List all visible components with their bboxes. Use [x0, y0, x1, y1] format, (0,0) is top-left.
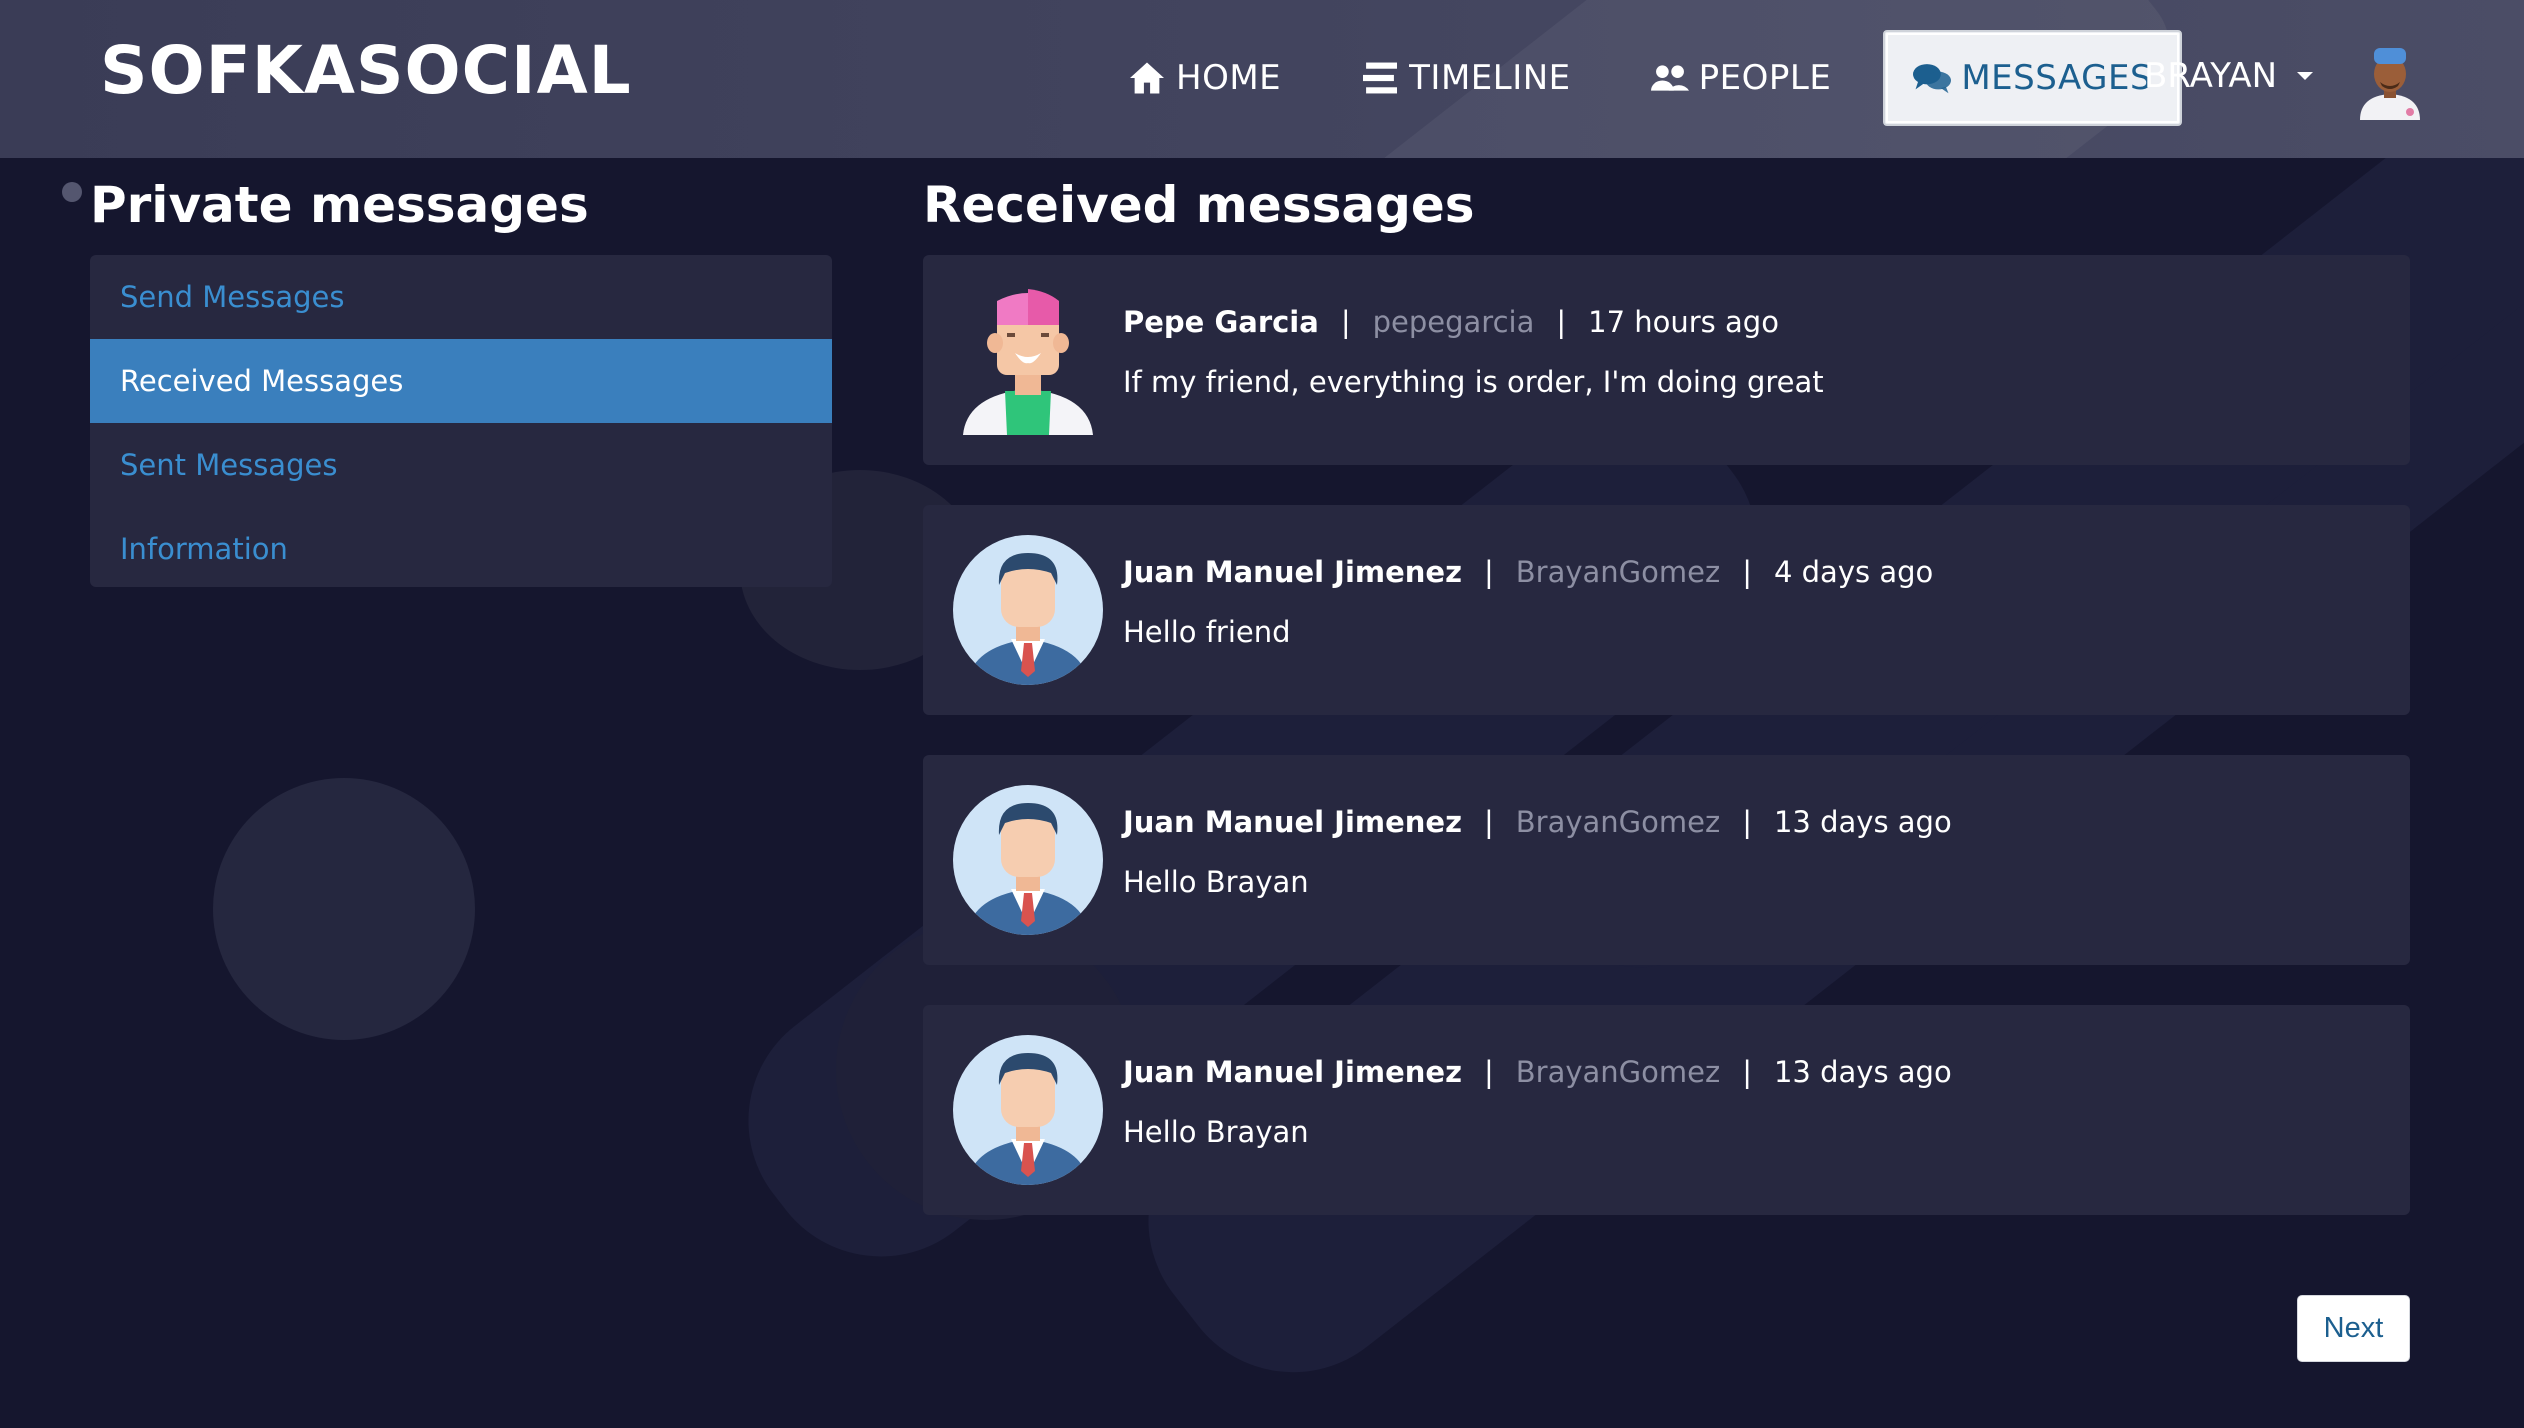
message-time: 13 days ago — [1773, 805, 1952, 839]
page-title: Received messages — [923, 176, 1475, 234]
nav-links: HOME TIMELINE PEOPLE MESSAGES — [1100, 28, 2206, 128]
user-avatar[interactable] — [2354, 40, 2426, 120]
pink-hair-avatar — [963, 289, 1093, 435]
user-name: BRAYAN — [2144, 56, 2278, 96]
sidebar-item-send-messages[interactable]: Send Messages — [90, 255, 832, 339]
nav-people-label: PEOPLE — [1698, 58, 1832, 98]
next-page-button[interactable]: Next — [2297, 1295, 2410, 1362]
message-card[interactable]: Juan Manuel Jimenez | BrayanGomez | 13 d… — [923, 1005, 2410, 1215]
nav-home-label: HOME — [1176, 58, 1282, 98]
message-sender[interactable]: Juan Manuel Jimenez — [1123, 555, 1462, 589]
nav-timeline[interactable]: TIMELINE — [1333, 30, 1599, 126]
message-sender[interactable]: Juan Manuel Jimenez — [1123, 1055, 1462, 1089]
message-sender[interactable]: Pepe Garcia — [1123, 305, 1319, 339]
nav-people[interactable]: PEOPLE — [1623, 30, 1860, 126]
sidebar-item-information[interactable]: Information — [90, 507, 832, 587]
message-username: BrayanGomez — [1515, 555, 1721, 589]
top-navbar: SOFKASOCIAL HOME TIMELINE PEOPLE MESSAGE… — [0, 0, 2524, 158]
message-header: Juan Manuel Jimenez | BrayanGomez | 13 d… — [1123, 1055, 1952, 1089]
businessman-avatar — [953, 535, 1103, 685]
sidebar-menu: Send Messages Received Messages Sent Mes… — [90, 255, 832, 587]
message-card[interactable]: Pepe Garcia | pepegarcia | 17 hours ago … — [923, 255, 2410, 465]
sidebar-item-received-messages[interactable]: Received Messages — [90, 339, 832, 423]
message-text: If my friend, everything is order, I'm d… — [1123, 365, 1824, 399]
sidebar-item-sent-messages[interactable]: Sent Messages — [90, 423, 832, 507]
message-header: Juan Manuel Jimenez | BrayanGomez | 4 da… — [1123, 555, 1934, 589]
businessman-avatar — [953, 785, 1103, 935]
home-icon — [1130, 62, 1164, 94]
people-icon — [1650, 65, 1689, 91]
message-text: Hello Brayan — [1123, 865, 1309, 899]
nav-home[interactable]: HOME — [1100, 30, 1309, 126]
message-username: BrayanGomez — [1515, 805, 1721, 839]
messages-icon — [1913, 64, 1952, 94]
message-text: Hello friend — [1123, 615, 1291, 649]
nav-timeline-label: TIMELINE — [1409, 58, 1571, 98]
message-time: 13 days ago — [1773, 1055, 1952, 1089]
message-time: 17 hours ago — [1588, 305, 1779, 339]
chevron-down-icon — [2297, 72, 2314, 80]
message-username: BrayanGomez — [1515, 1055, 1721, 1089]
message-header: Juan Manuel Jimenez | BrayanGomez | 13 d… — [1123, 805, 1952, 839]
businessman-avatar — [953, 1035, 1103, 1185]
user-dropdown[interactable]: BRAYAN — [2144, 28, 2314, 124]
sidebar-title: Private messages — [90, 176, 589, 234]
nav-messages[interactable]: MESSAGES — [1883, 30, 2183, 126]
message-card[interactable]: Juan Manuel Jimenez | BrayanGomez | 4 da… — [923, 505, 2410, 715]
timeline-icon — [1363, 62, 1398, 94]
message-text: Hello Brayan — [1123, 1115, 1309, 1149]
message-time: 4 days ago — [1773, 555, 1934, 589]
decorative-dot — [62, 182, 82, 202]
message-card[interactable]: Juan Manuel Jimenez | BrayanGomez | 13 d… — [923, 755, 2410, 965]
message-sender[interactable]: Juan Manuel Jimenez — [1123, 805, 1462, 839]
brand-logo[interactable]: SOFKASOCIAL — [100, 32, 632, 109]
message-header: Pepe Garcia | pepegarcia | 17 hours ago — [1123, 305, 1779, 339]
nav-messages-label: MESSAGES — [1961, 58, 2153, 98]
message-username: pepegarcia — [1372, 305, 1535, 339]
